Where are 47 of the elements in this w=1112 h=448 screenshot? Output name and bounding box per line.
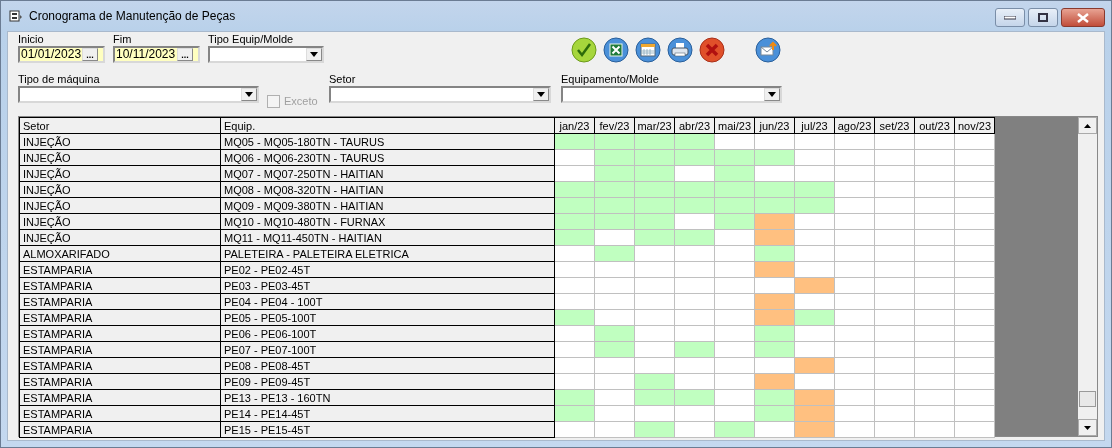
- field-label: Setor: [329, 73, 357, 86]
- date-field[interactable]: 01/01/2023 ...: [18, 46, 105, 63]
- field-label: Inicio: [18, 33, 45, 46]
- dropdown-field[interactable]: [561, 86, 782, 103]
- column-header: nov/23: [954, 117, 995, 134]
- scrollbar[interactable]: [1078, 117, 1097, 436]
- field-label: Tipo Equip/Molde: [208, 33, 295, 46]
- column-header: Equip.: [220, 117, 555, 134]
- dropdown-field[interactable]: [18, 86, 259, 103]
- up-arrow-icon: [1084, 123, 1091, 128]
- down-arrow-icon: [1084, 425, 1091, 430]
- maximize-button[interactable]: [1028, 8, 1058, 27]
- column-header: jul/23: [794, 117, 835, 134]
- column-header: mai/23: [714, 117, 755, 134]
- field-label: Tipo de máquina: [18, 73, 101, 86]
- mail-icon[interactable]: [755, 37, 781, 63]
- window-icon: [9, 10, 23, 22]
- scroll-thumb[interactable]: [1079, 391, 1096, 407]
- column-header: jun/23: [754, 117, 795, 134]
- scroll-up-button[interactable]: [1078, 117, 1097, 134]
- field-label: Fim: [113, 33, 133, 46]
- calendar-icon[interactable]: [635, 37, 661, 63]
- column-header: mar/23: [634, 117, 675, 134]
- column-header: set/23: [874, 117, 915, 134]
- window-title: Cronograma de Manutenção de Peças: [29, 8, 236, 25]
- column-header: ago/23: [834, 117, 875, 134]
- maximize-icon: [1038, 13, 1048, 22]
- dropdown-field[interactable]: [208, 46, 324, 63]
- column-header: jan/23: [554, 117, 595, 134]
- picker-button[interactable]: ...: [82, 48, 98, 61]
- confirm-icon[interactable]: [571, 37, 597, 63]
- field-label: Equipamento/Molde: [561, 73, 660, 86]
- column-header: abr/23: [674, 117, 715, 134]
- column-header: out/23: [914, 117, 955, 134]
- spreadsheet-icon[interactable]: [603, 37, 629, 63]
- minimize-icon: [1004, 15, 1016, 20]
- close-button[interactable]: [1061, 8, 1105, 27]
- column-header: Setor: [19, 117, 221, 134]
- close-icon: [1077, 12, 1089, 23]
- scroll-down-button[interactable]: [1078, 419, 1097, 436]
- checkbox-label: Exceto: [284, 95, 318, 108]
- column-header: fev/23: [594, 117, 635, 134]
- picker-button[interactable]: ...: [177, 48, 193, 61]
- cancel-icon[interactable]: [699, 37, 725, 63]
- date-field[interactable]: 10/11/2023 ...: [113, 46, 200, 63]
- printer-icon[interactable]: [667, 37, 693, 63]
- dropdown-field[interactable]: [329, 86, 551, 103]
